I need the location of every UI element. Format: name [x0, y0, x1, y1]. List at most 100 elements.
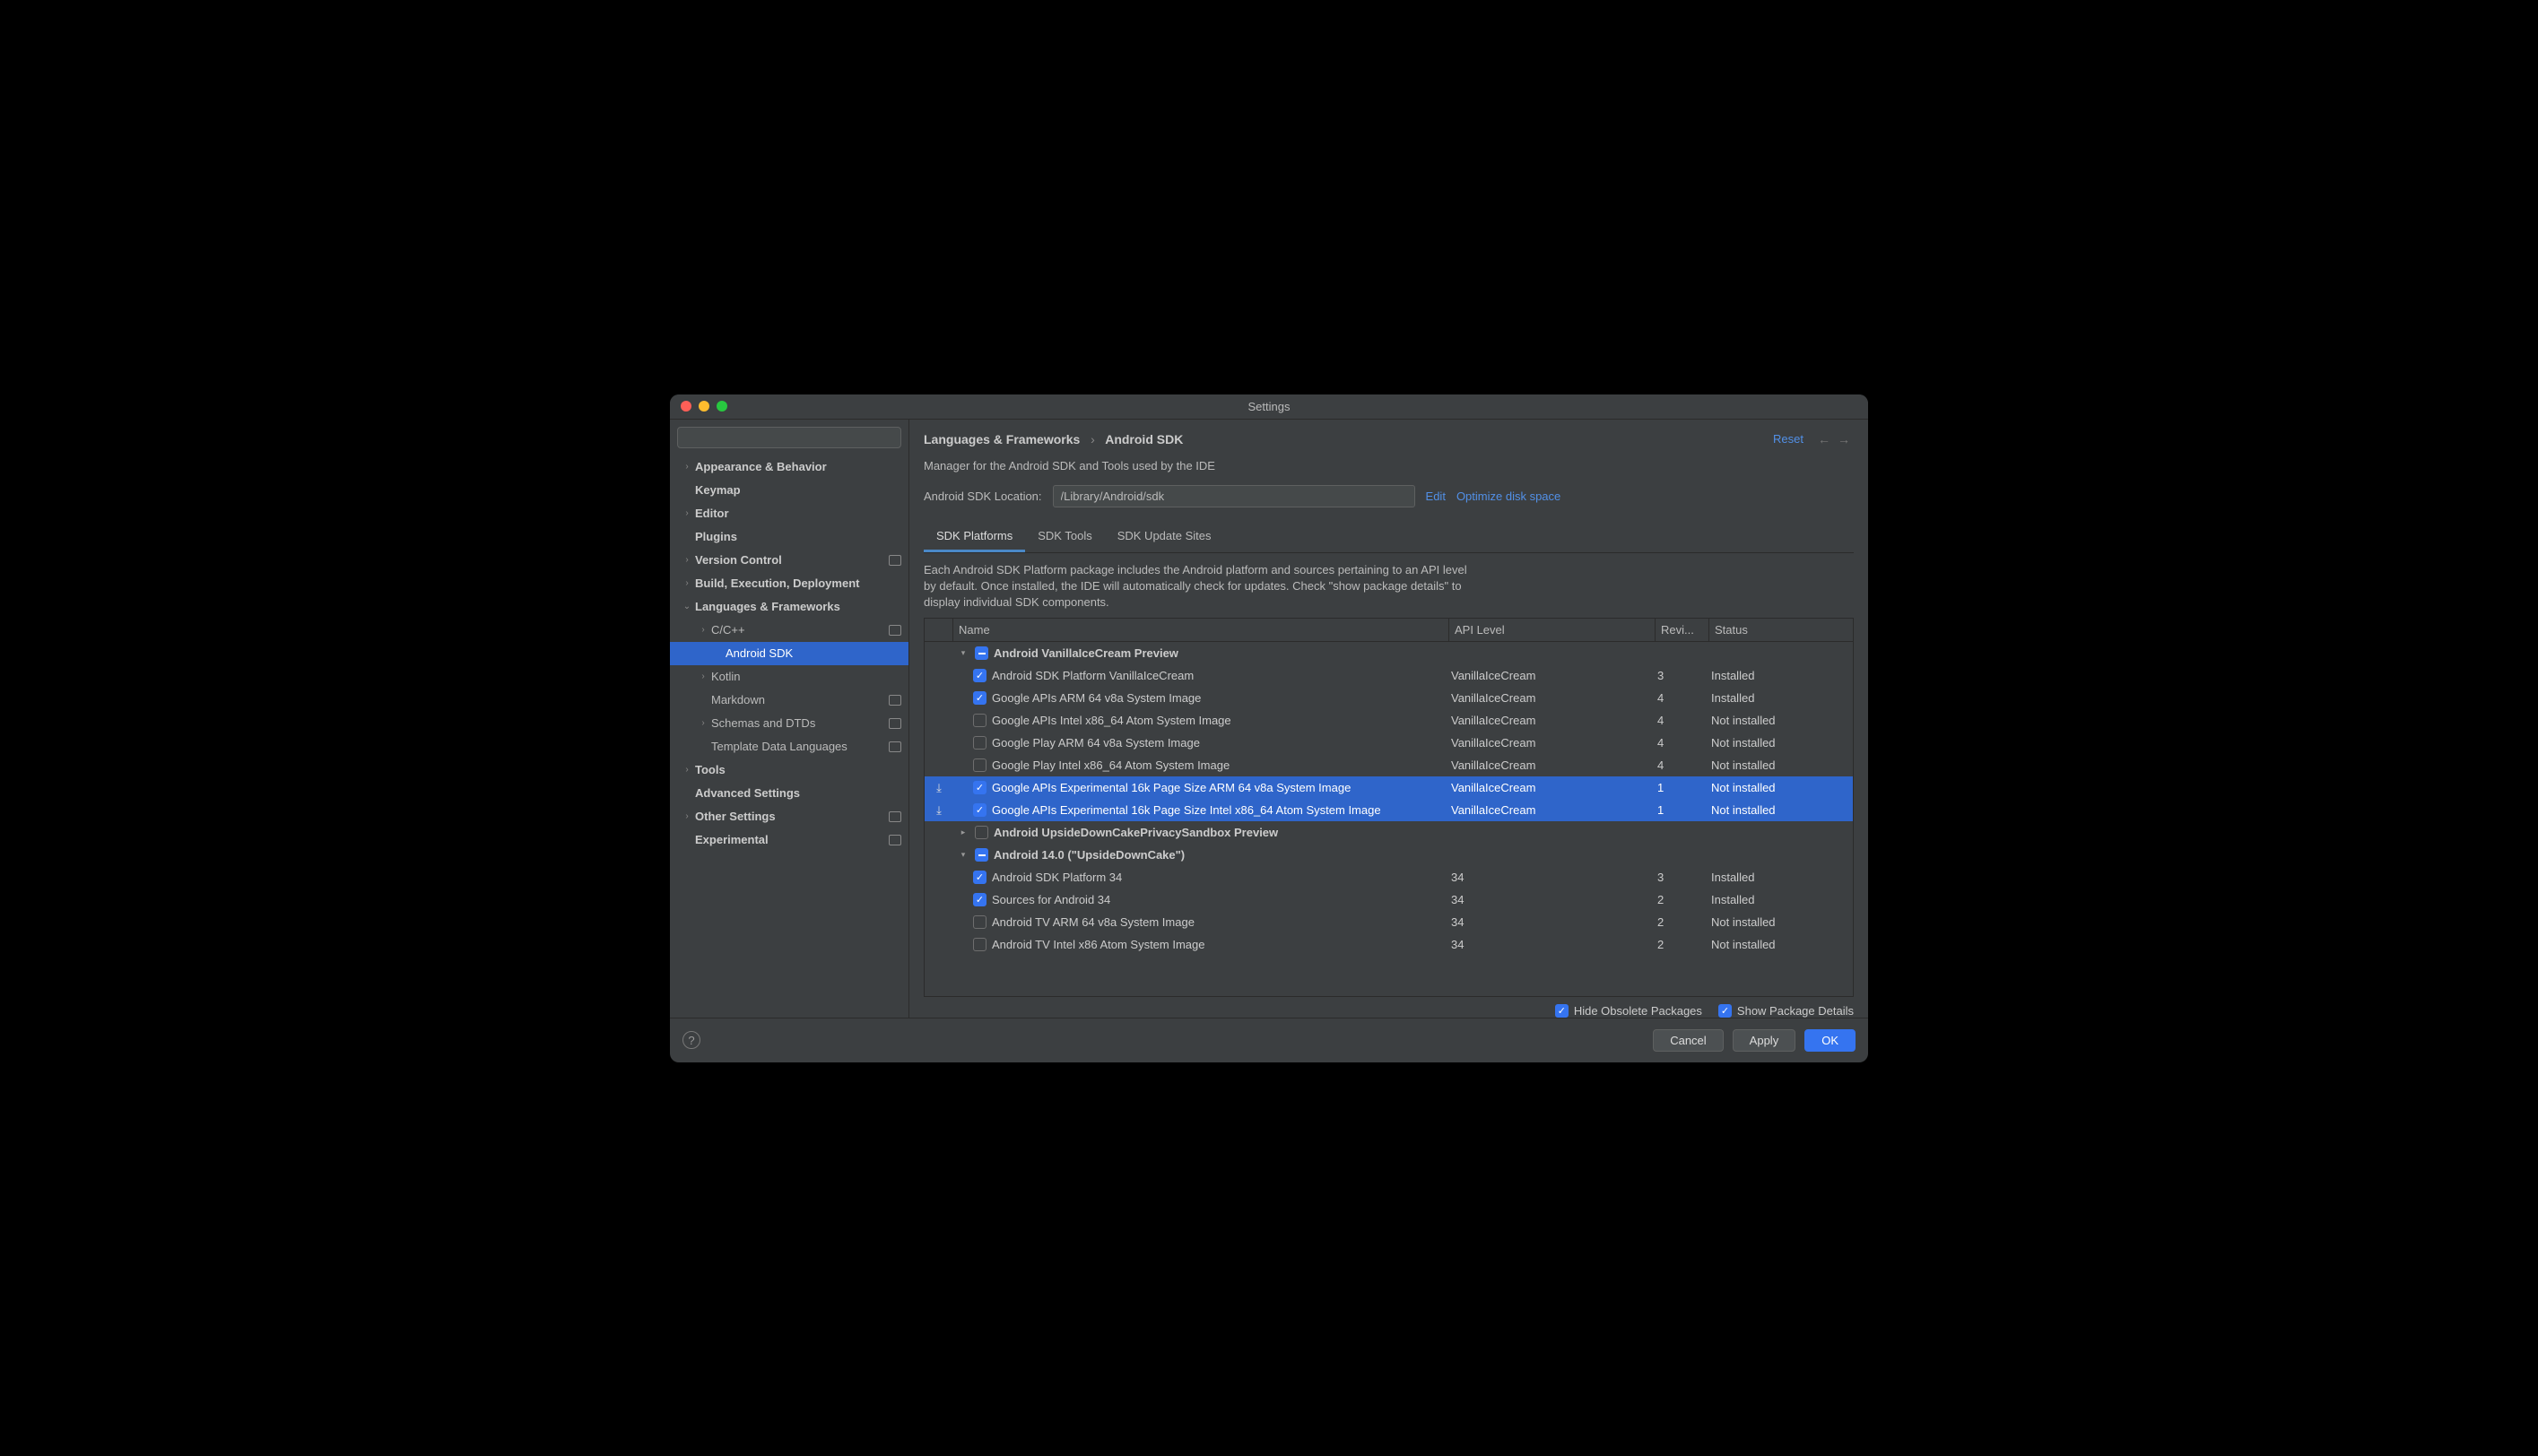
sidebar-item-appearance-behavior[interactable]: ›Appearance & Behavior	[670, 455, 908, 479]
sdk-component-row[interactable]: Android TV Intel x86 Atom System Image34…	[925, 933, 1853, 956]
checkbox-icon[interactable]	[973, 915, 987, 929]
sidebar-item-experimental[interactable]: Experimental	[670, 828, 908, 852]
col-name[interactable]: Name	[953, 619, 1449, 641]
sdk-location-input[interactable]	[1053, 485, 1415, 507]
sdk-location-label: Android SDK Location:	[924, 490, 1042, 503]
main-panel: Languages & Frameworks › Android SDK Res…	[909, 420, 1868, 1018]
sidebar-item-android-sdk[interactable]: Android SDK	[670, 642, 908, 665]
sidebar-item-advanced-settings[interactable]: Advanced Settings	[670, 782, 908, 805]
settings-window: Settings 🔍 ›Appearance & BehaviorKeymap›…	[670, 394, 1868, 1062]
download-icon: ⤓	[925, 781, 953, 795]
cancel-button[interactable]: Cancel	[1653, 1029, 1723, 1052]
checkbox-icon[interactable]: ✓	[973, 691, 987, 705]
sidebar-item-build-execution-deployment[interactable]: ›Build, Execution, Deployment	[670, 572, 908, 595]
nav-forward-icon[interactable]: →	[1838, 432, 1850, 446]
status: Not installed	[1709, 938, 1853, 951]
sidebar-item-label: Editor	[695, 507, 901, 520]
revision: 4	[1656, 758, 1709, 772]
sidebar: 🔍 ›Appearance & BehaviorKeymap›EditorPlu…	[670, 420, 909, 1018]
component-name: Android VanillaIceCream Preview	[994, 646, 1178, 660]
checkbox-icon[interactable]	[973, 736, 987, 750]
sidebar-item-c-c-[interactable]: ›C/C++	[670, 619, 908, 642]
sidebar-item-plugins[interactable]: Plugins	[670, 525, 908, 549]
sidebar-item-keymap[interactable]: Keymap	[670, 479, 908, 502]
revision: 2	[1656, 915, 1709, 929]
help-button[interactable]: ?	[682, 1031, 700, 1049]
project-badge-icon	[889, 811, 901, 822]
chevron-icon: ›	[679, 811, 695, 821]
reset-button[interactable]: Reset	[1773, 432, 1804, 446]
sdk-component-row[interactable]: ✓Android SDK Platform VanillaIceCreamVan…	[925, 664, 1853, 687]
edit-link[interactable]: Edit	[1426, 490, 1446, 503]
col-rev[interactable]: Revi...	[1656, 619, 1709, 641]
checkbox-icon[interactable]: ✓	[973, 781, 987, 794]
checkbox-icon[interactable]: ✓	[973, 871, 987, 884]
sidebar-item-label: Advanced Settings	[695, 786, 901, 800]
nav-back-icon[interactable]: ←	[1818, 432, 1830, 446]
sidebar-item-editor[interactable]: ›Editor	[670, 502, 908, 525]
sdk-component-row[interactable]: Google Play Intel x86_64 Atom System Ima…	[925, 754, 1853, 776]
chevron-right-icon[interactable]: ▸	[957, 828, 969, 837]
component-name: Google Play ARM 64 v8a System Image	[992, 736, 1200, 750]
sidebar-item-languages-frameworks[interactable]: ⌄Languages & Frameworks	[670, 595, 908, 619]
sdk-component-row[interactable]: Android TV ARM 64 v8a System Image342Not…	[925, 911, 1853, 933]
chevron-down-icon[interactable]: ▾	[957, 850, 969, 860]
checkbox-icon[interactable]	[973, 714, 987, 727]
search-input[interactable]	[677, 427, 901, 448]
sdk-component-row[interactable]: Google Play ARM 64 v8a System ImageVanil…	[925, 732, 1853, 754]
sidebar-item-schemas-and-dtds[interactable]: ›Schemas and DTDs	[670, 712, 908, 735]
sidebar-item-version-control[interactable]: ›Version Control	[670, 549, 908, 572]
sidebar-item-label: Version Control	[695, 553, 889, 567]
api-level: VanillaIceCream	[1449, 714, 1656, 727]
apply-button[interactable]: Apply	[1733, 1029, 1796, 1052]
show-details-checkbox[interactable]: ✓ Show Package Details	[1718, 1004, 1854, 1018]
chevron-icon: ›	[679, 765, 695, 775]
checkbox-icon[interactable]	[975, 826, 988, 839]
status: Installed	[1709, 669, 1853, 682]
sidebar-item-label: C/C++	[711, 623, 889, 637]
checkbox-icon[interactable]	[975, 848, 988, 862]
revision: 3	[1656, 871, 1709, 884]
settings-tree[interactable]: ›Appearance & BehaviorKeymap›EditorPlugi…	[670, 455, 908, 1018]
sidebar-item-markdown[interactable]: Markdown	[670, 689, 908, 712]
chevron-icon: ›	[695, 625, 711, 635]
ok-button[interactable]: OK	[1804, 1029, 1856, 1052]
checkbox-icon[interactable]	[973, 758, 987, 772]
sidebar-item-label: Build, Execution, Deployment	[695, 576, 901, 590]
col-status[interactable]: Status	[1709, 619, 1853, 641]
sidebar-item-template-data-languages[interactable]: Template Data Languages	[670, 735, 908, 758]
chevron-icon: ›	[695, 672, 711, 681]
checkbox-icon[interactable]	[973, 938, 987, 951]
checkbox-icon[interactable]: ✓	[973, 803, 987, 817]
sidebar-item-tools[interactable]: ›Tools	[670, 758, 908, 782]
sdk-component-row[interactable]: ✓Google APIs ARM 64 v8a System ImageVani…	[925, 687, 1853, 709]
sdk-component-row[interactable]: ✓Android SDK Platform 34343Installed	[925, 866, 1853, 888]
optimize-link[interactable]: Optimize disk space	[1456, 490, 1560, 503]
tab-sdk-platforms[interactable]: SDK Platforms	[924, 524, 1025, 552]
chevron-down-icon[interactable]: ▾	[957, 648, 969, 658]
platform-group[interactable]: ▾Android 14.0 ("UpsideDownCake")	[925, 844, 1853, 866]
tab-sdk-update-sites[interactable]: SDK Update Sites	[1105, 524, 1224, 552]
platform-group[interactable]: ▾ Android VanillaIceCream Preview	[925, 642, 1853, 664]
sidebar-item-kotlin[interactable]: ›Kotlin	[670, 665, 908, 689]
platform-group[interactable]: ▸Android UpsideDownCakePrivacySandbox Pr…	[925, 821, 1853, 844]
sidebar-item-label: Appearance & Behavior	[695, 460, 901, 473]
table-body[interactable]: ▾Android VanillaIceCream Preview✓Android…	[925, 642, 1853, 995]
tab-sdk-tools[interactable]: SDK Tools	[1025, 524, 1104, 552]
revision: 3	[1656, 669, 1709, 682]
checkbox-icon[interactable]: ✓	[973, 669, 987, 682]
sdk-component-row[interactable]: ⤓✓Google APIs Experimental 16k Page Size…	[925, 776, 1853, 799]
sidebar-item-other-settings[interactable]: ›Other Settings	[670, 805, 908, 828]
sidebar-item-label: Kotlin	[711, 670, 901, 683]
sdk-component-row[interactable]: ✓Sources for Android 34342Installed	[925, 888, 1853, 911]
hide-obsolete-checkbox[interactable]: ✓ Hide Obsolete Packages	[1555, 1004, 1702, 1018]
checkbox-icon[interactable]	[975, 646, 988, 660]
sidebar-item-label: Markdown	[711, 693, 889, 706]
chevron-right-icon: ›	[1091, 432, 1095, 446]
sdk-component-row[interactable]: Google APIs Intel x86_64 Atom System Ima…	[925, 709, 1853, 732]
manager-description: Manager for the Android SDK and Tools us…	[924, 459, 1854, 472]
col-api[interactable]: API Level	[1449, 619, 1656, 641]
component-name: Google APIs Experimental 16k Page Size I…	[992, 803, 1381, 817]
sdk-component-row[interactable]: ⤓✓Google APIs Experimental 16k Page Size…	[925, 799, 1853, 821]
checkbox-icon[interactable]: ✓	[973, 893, 987, 906]
